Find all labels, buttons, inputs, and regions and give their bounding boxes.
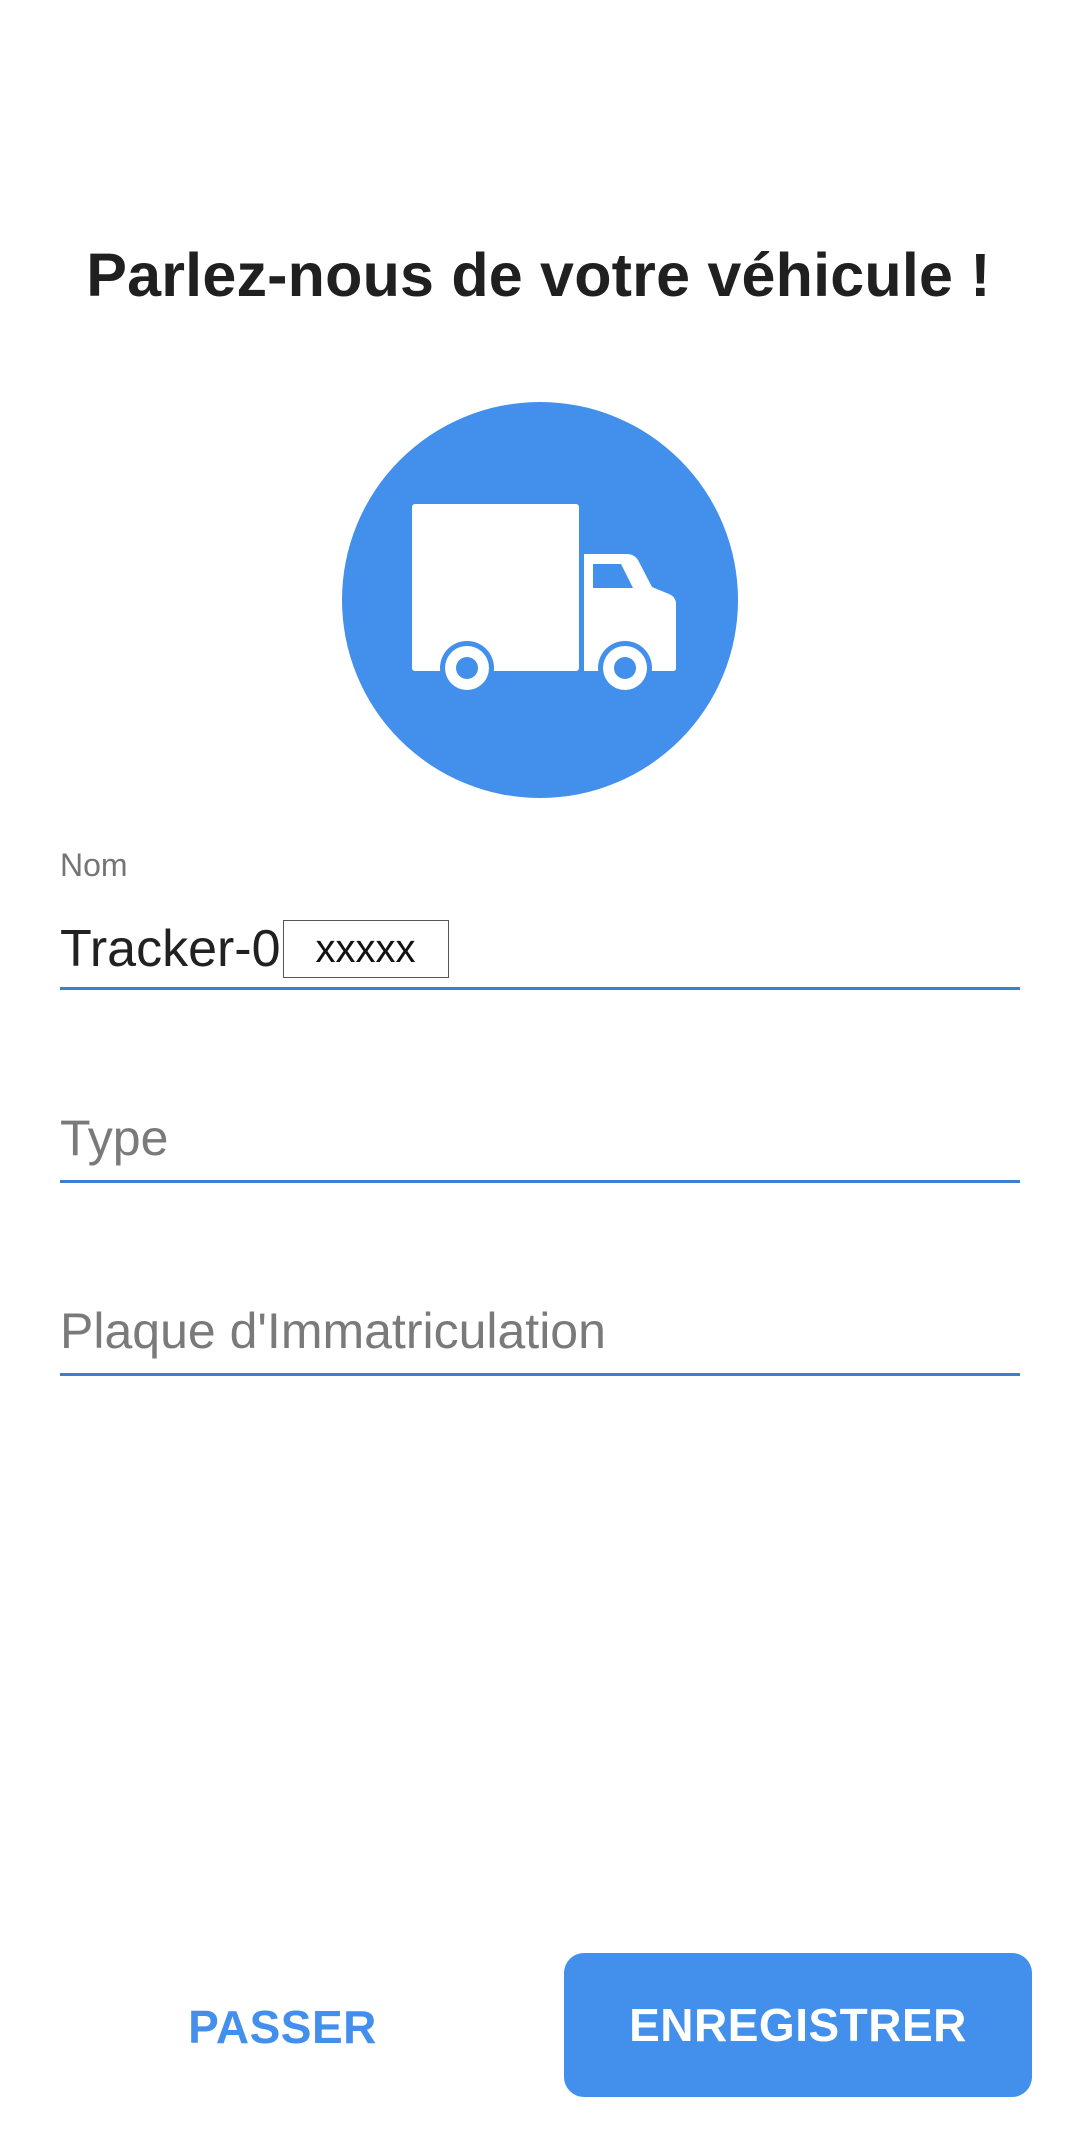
- truck-icon: [412, 504, 676, 695]
- type-field-placeholder: Type: [60, 1110, 169, 1166]
- name-field-underline: [60, 987, 1020, 990]
- type-field-underline: [60, 1180, 1020, 1183]
- skip-button[interactable]: PASSER: [100, 1955, 465, 2099]
- name-field-label: Nom: [60, 847, 128, 883]
- name-value-prefix: Tracker-0: [60, 920, 281, 978]
- page-title: Parlez-nous de votre véhicule !: [86, 241, 991, 309]
- plate-field[interactable]: Plaque d'Immatriculation: [60, 1293, 1020, 1383]
- plate-field-underline: [60, 1373, 1020, 1376]
- save-button[interactable]: ENREGISTRER: [564, 1953, 1032, 2097]
- plate-field-placeholder: Plaque d'Immatriculation: [60, 1303, 606, 1359]
- name-field-value[interactable]: Tracker-0 xxxxx: [60, 917, 449, 981]
- type-field[interactable]: Type: [60, 1100, 1020, 1190]
- name-value-redacted: xxxxx: [282, 920, 449, 978]
- name-field[interactable]: Nom Tracker-0 xxxxx: [60, 845, 1020, 995]
- vehicle-avatar: [342, 402, 738, 798]
